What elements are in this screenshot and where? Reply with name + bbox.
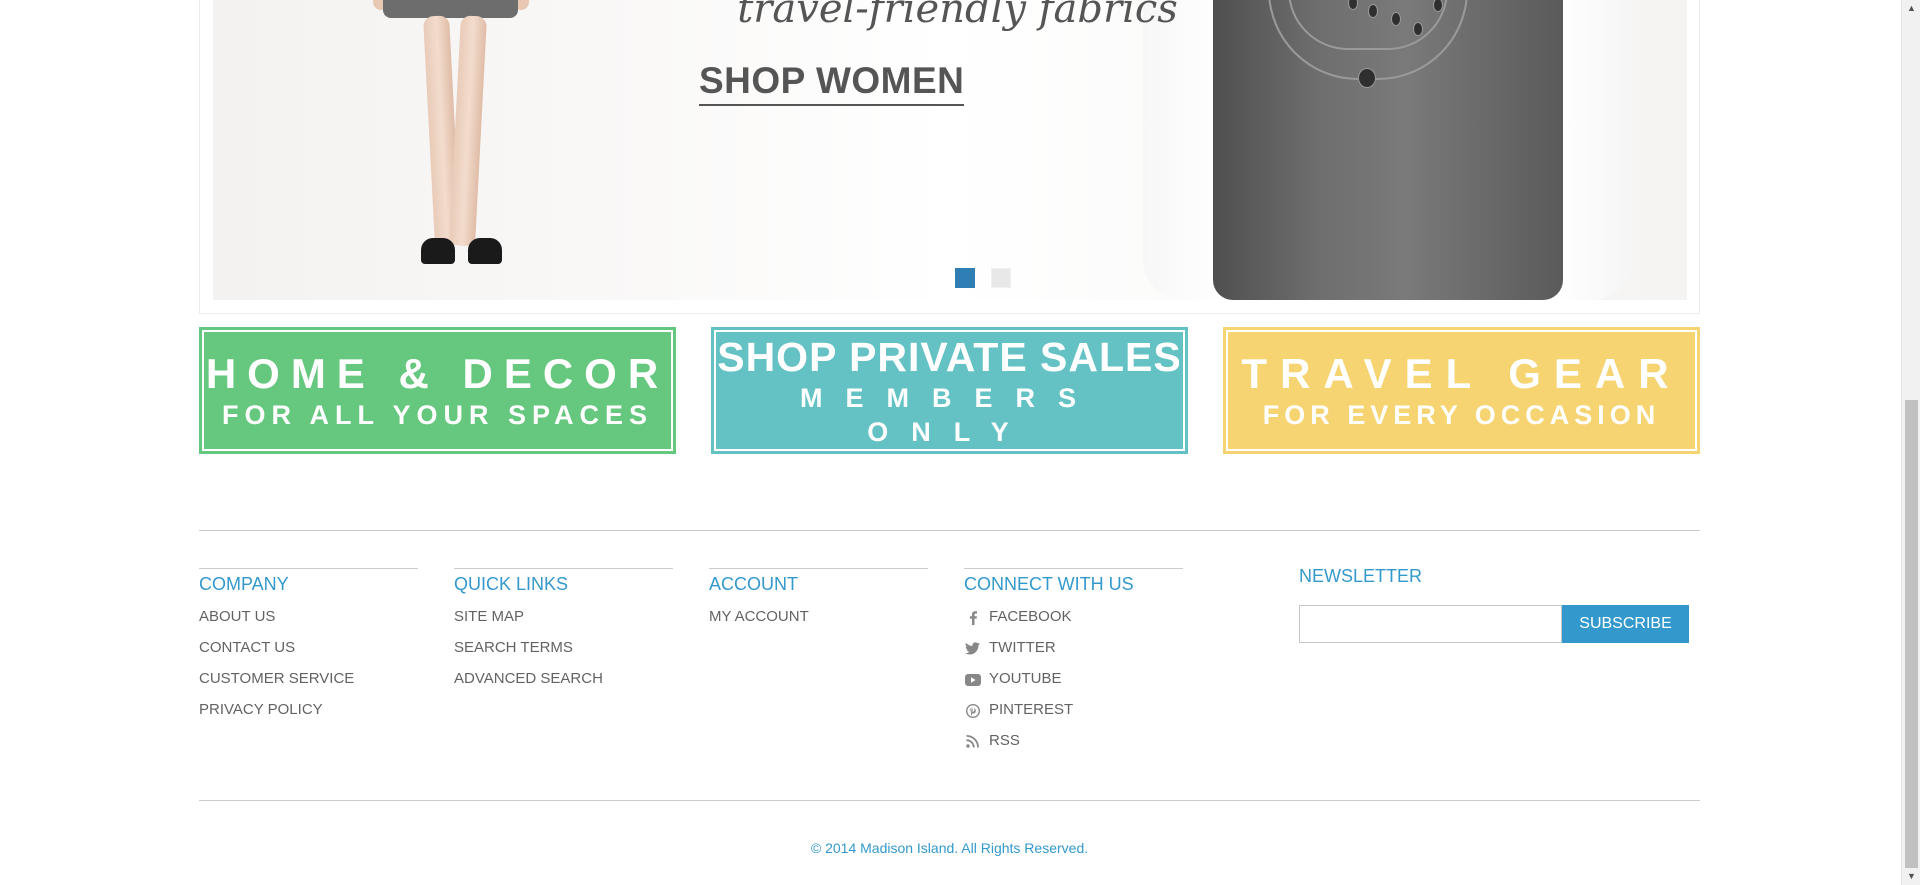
promo-subline: FOR ALL YOUR SPACES [221,399,654,430]
rss-icon [964,733,981,750]
footer-connect-title: CONNECT WITH US [964,568,1183,600]
promo-travel-gear[interactable]: TRAVEL GEAR FOR EVERY OCCASION [1223,327,1700,454]
promo-travel-gear-inner: TRAVEL GEAR FOR EVERY OCCASION [1226,330,1697,451]
promo-home-decor[interactable]: HOME & DECOR FOR ALL YOUR SPACES [199,327,676,454]
slider-dot-1[interactable] [955,268,975,288]
footer-link-item: PRIVACY POLICY [199,699,418,730]
footer-link-item: MY ACCOUNT [709,606,928,637]
footer-social-item: RSS [964,730,1183,761]
footer-social-item: FACEBOOK [964,606,1183,637]
promo-headline: SHOP PRIVATE SALES [717,333,1182,380]
model-right-figure [1123,0,1683,300]
newsletter-form: SUBSCRIBE [1299,605,1699,643]
site-map-link[interactable]: SITE MAP [454,606,524,628]
footer-social-item: YOUTUBE [964,668,1183,699]
model-shoe [421,238,455,264]
promo-subline: FOR EVERY OCCASION [1262,399,1661,430]
pinterest-icon [964,702,981,719]
slider-pagination [955,268,1011,288]
slider-dot-2[interactable] [991,268,1011,288]
footer-link-item: ABOUT US [199,606,418,637]
newsletter-email-input[interactable] [1299,605,1562,643]
facebook-link[interactable]: FACEBOOK [989,606,1072,628]
footer-link-item: CONTACT US [199,637,418,668]
rss-link[interactable]: RSS [989,730,1020,752]
scroll-up-arrow-icon[interactable]: ▲ [1902,0,1920,17]
privacy-policy-link[interactable]: PRIVACY POLICY [199,699,323,721]
hero-slider: travel-friendly fabrics SHOP WOMEN [199,0,1700,314]
promo-home-decor-inner: HOME & DECOR FOR ALL YOUR SPACES [202,330,673,451]
scrollbar-thumb[interactable] [1905,400,1918,868]
about-us-link[interactable]: ABOUT US [199,606,275,628]
customer-service-link[interactable]: CUSTOMER SERVICE [199,668,354,690]
footer-account-column: ACCOUNT MY ACCOUNT [709,568,928,637]
footer-account-title: ACCOUNT [709,568,928,600]
newsletter-title: NEWSLETTER [1299,566,1423,586]
promo-subline: MEMBERS ONLY [799,382,1099,447]
hero-slide-image[interactable]: travel-friendly fabrics SHOP WOMEN [213,0,1687,300]
footer-bottom-divider [199,800,1700,801]
footer-link-item: SEARCH TERMS [454,637,673,668]
promo-headline: TRAVEL GEAR [1241,349,1682,397]
promo-private-sales-inner: SHOP PRIVATE SALES MEMBERS ONLY [714,330,1185,451]
youtube-icon [964,671,981,688]
hero-tagline: travel-friendly fabrics [737,0,1178,32]
footer-quick-links-column: QUICK LINKS SITE MAP SEARCH TERMS ADVANC… [454,568,673,699]
model-shoe [468,238,502,264]
footer-link-item: SITE MAP [454,606,673,637]
pinterest-link[interactable]: PINTEREST [989,699,1073,721]
footer-link-item: ADVANCED SEARCH [454,668,673,699]
footer-company-title: COMPANY [199,568,418,600]
youtube-link[interactable]: YOUTUBE [989,668,1062,690]
footer-top-divider [199,530,1700,531]
twitter-icon [964,640,981,657]
footer-newsletter: NEWSLETTER SUBSCRIBE [1299,566,1699,643]
promo-headline: HOME & DECOR [205,349,670,397]
footer-company-column: COMPANY ABOUT US CONTACT US CUSTOMER SER… [199,568,418,730]
footer-quick-links-title: QUICK LINKS [454,568,673,600]
search-terms-link[interactable]: SEARCH TERMS [454,637,573,659]
vertical-scrollbar[interactable]: ▲ ▼ [1901,0,1920,885]
footer-link-item: CUSTOMER SERVICE [199,668,418,699]
necklace-pendant [1358,68,1376,88]
twitter-link[interactable]: TWITTER [989,637,1056,659]
promo-private-sales[interactable]: SHOP PRIVATE SALES MEMBERS ONLY [711,327,1188,454]
model-leg [448,15,487,247]
scroll-down-arrow-icon[interactable]: ▼ [1902,868,1920,885]
footer-social-item: TWITTER [964,637,1183,668]
subscribe-button[interactable]: SUBSCRIBE [1562,605,1689,643]
my-account-link[interactable]: MY ACCOUNT [709,606,809,628]
footer-connect-column: CONNECT WITH US FACEBOOK TWITTER YOUTUBE… [964,568,1183,761]
facebook-icon [964,609,981,626]
advanced-search-link[interactable]: ADVANCED SEARCH [454,668,603,690]
copyright-text: © 2014 Madison Island. All Rights Reserv… [810,840,1089,856]
contact-us-link[interactable]: CONTACT US [199,637,295,659]
footer-social-item: PINTEREST [964,699,1183,730]
model-left-figure [373,0,533,300]
shop-women-link[interactable]: SHOP WOMEN [699,60,965,106]
